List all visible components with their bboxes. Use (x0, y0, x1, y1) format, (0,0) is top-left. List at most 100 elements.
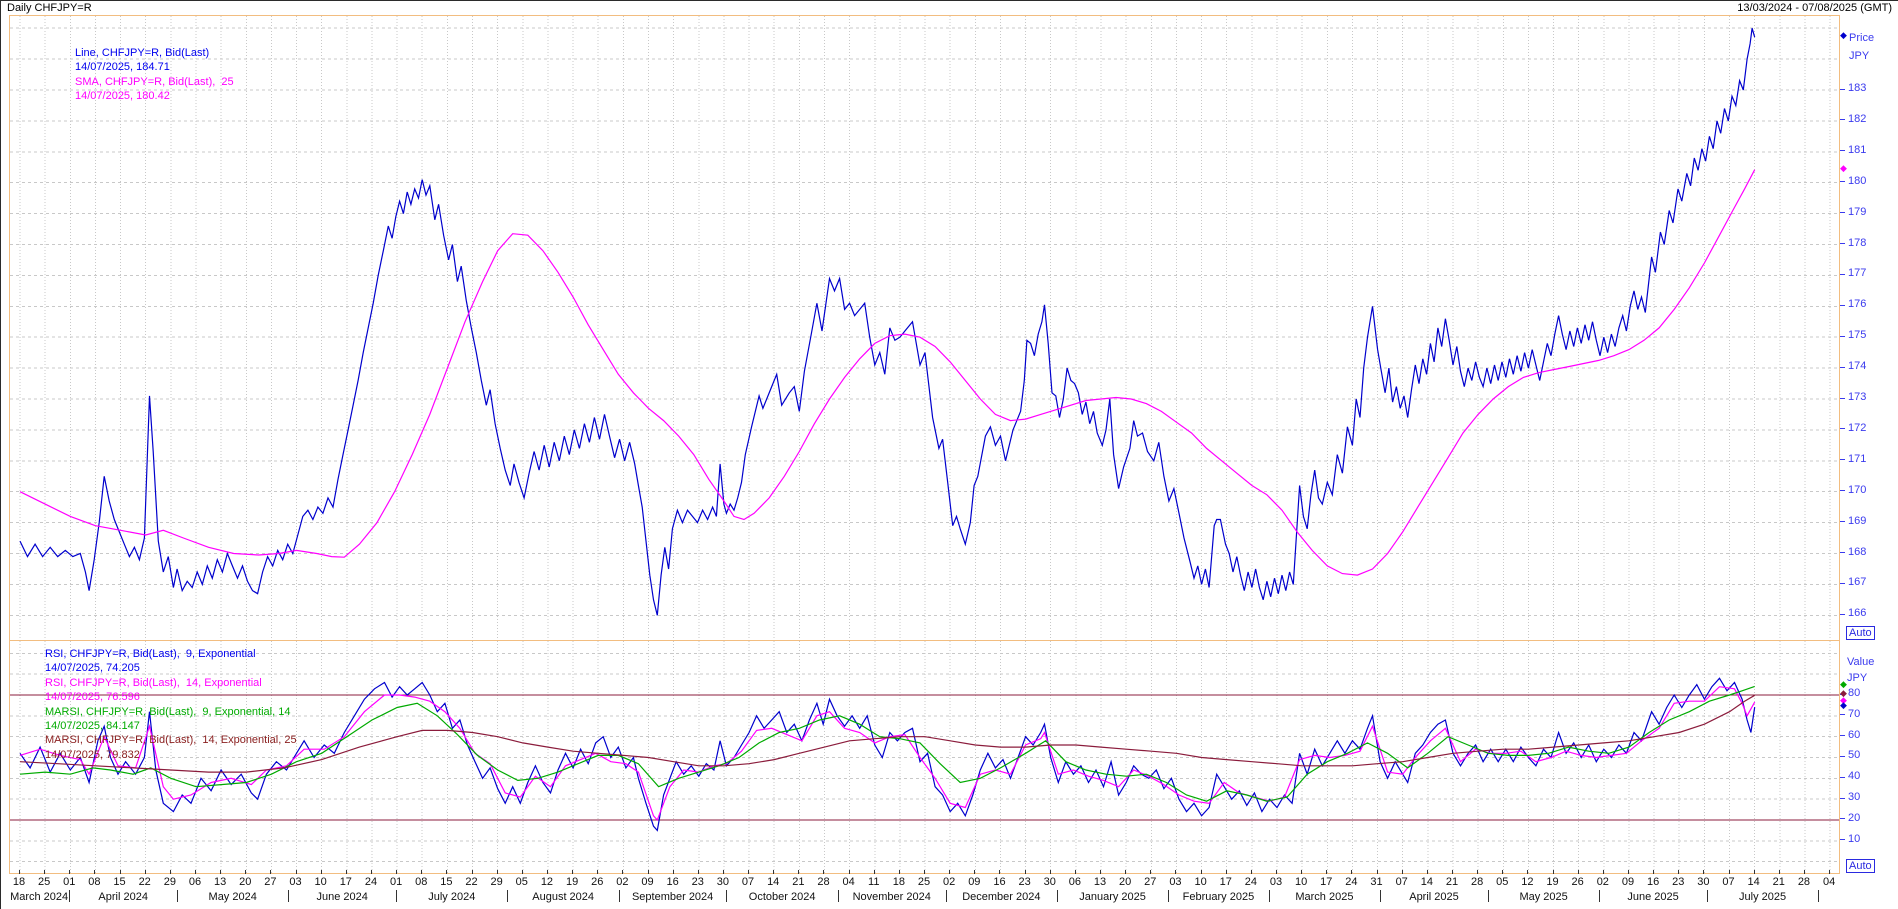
x-axis-week-tick (773, 870, 774, 874)
x-axis-month-label: February 2025 (1183, 891, 1255, 903)
price-axis-tick-label: 179 (1848, 206, 1866, 218)
x-axis-week-tick (220, 870, 221, 874)
price-axis-tick-label: 173 (1848, 391, 1866, 403)
x-axis-week-tick (698, 870, 699, 874)
x-axis-day-label: 06 (1069, 876, 1081, 888)
rsi-axis-title: Value (1847, 656, 1874, 668)
price-axis-tick-mark (1840, 89, 1845, 90)
x-axis-week-tick (1351, 870, 1352, 874)
price-axis-tick-label: 169 (1848, 515, 1866, 527)
x-axis-month-separator (288, 890, 289, 902)
x-axis-week-tick (547, 870, 548, 874)
x-axis-week-tick (69, 870, 70, 874)
x-axis-week-tick (999, 870, 1000, 874)
x-axis-day-label: 13 (214, 876, 226, 888)
x-axis-week-tick (1804, 870, 1805, 874)
x-axis-day-label: 17 (1220, 876, 1232, 888)
x-axis-month-label: March 2025 (1295, 891, 1353, 903)
price-auto-button[interactable]: Auto (1846, 626, 1875, 640)
series-sma-25 (20, 170, 1755, 575)
x-axis-day-label: 29 (164, 876, 176, 888)
legend-line: 14/07/2025, 184.71 (75, 60, 234, 74)
x-axis-day-label: 03 (1169, 876, 1181, 888)
x-axis-month-separator (69, 890, 70, 902)
x-axis-week-tick (1779, 870, 1780, 874)
x-axis-month-separator (1168, 890, 1169, 902)
rsi-axis-tick-label: 50 (1848, 749, 1860, 761)
price-axis-tick-mark (1840, 398, 1845, 399)
rsi-axis-tick-mark (1840, 777, 1845, 778)
x-axis-day-label: 24 (1245, 876, 1257, 888)
x-axis-day-label: 25 (918, 876, 930, 888)
legend-line: 14/07/2025, 84.147 (45, 719, 297, 733)
x-axis-week-tick (798, 870, 799, 874)
x-axis-day-label: 09 (641, 876, 653, 888)
x-axis-day-label: 27 (264, 876, 276, 888)
x-axis-day-label: 14 (1748, 876, 1760, 888)
last-value-marker: ◆ (1840, 31, 1847, 40)
price-axis-tick-mark (1840, 428, 1845, 429)
x-axis-day-label: 03 (289, 876, 301, 888)
x-axis-day-label: 30 (1044, 876, 1056, 888)
x-axis-day-label: 30 (717, 876, 729, 888)
x-axis-week-tick (1452, 870, 1453, 874)
price-axis-tick-label: 178 (1848, 237, 1866, 249)
rsi-axis-unit: JPY (1847, 672, 1867, 684)
x-axis-month-label: January 2025 (1079, 891, 1146, 903)
price-axis-tick-mark (1840, 583, 1845, 584)
legend-line: RSI, CHFJPY=R, Bid(Last), 14, Exponentia… (45, 676, 297, 690)
x-axis-week-tick (874, 870, 875, 874)
price-axis-tick-mark (1840, 181, 1845, 182)
x-axis-week-tick (1301, 870, 1302, 874)
rsi-axis-tick-label: 10 (1848, 833, 1860, 845)
rsi-axis-tick-mark (1840, 798, 1845, 799)
x-axis-day-label: 15 (113, 876, 125, 888)
x-axis-day-label: 02 (1597, 876, 1609, 888)
x-axis-day-label: 24 (365, 876, 377, 888)
x-axis-day-label: 01 (390, 876, 402, 888)
x-axis-day-label: 14 (1421, 876, 1433, 888)
price-axis-title: Price (1849, 32, 1874, 44)
price-axis-tick-label: 174 (1848, 360, 1866, 372)
x-axis-week-tick (396, 870, 397, 874)
x-axis-day-label: 23 (692, 876, 704, 888)
x-axis-day-label: 08 (415, 876, 427, 888)
price-axis-tick-label: 170 (1848, 484, 1866, 496)
rsi-axis-tick-label: 80 (1848, 687, 1860, 699)
x-axis-month-label: June 2024 (316, 891, 367, 903)
price-panel (9, 15, 1840, 641)
x-axis-month-label: July 2024 (428, 891, 475, 903)
rsi-axis-tick-label: 20 (1848, 812, 1860, 824)
x-axis-week-tick (421, 870, 422, 874)
x-axis-week-tick (1100, 870, 1101, 874)
x-axis-week-tick (1527, 870, 1528, 874)
x-axis-day-label: 16 (1647, 876, 1659, 888)
x-axis-week-tick (1729, 870, 1730, 874)
x-axis-day-label: 08 (88, 876, 100, 888)
rsi-axis-tick-mark (1840, 756, 1845, 757)
x-axis-month-label: June 2025 (1627, 891, 1678, 903)
x-axis-week-tick (1075, 870, 1076, 874)
x-axis-month-separator (1599, 890, 1600, 902)
x-axis-week-tick (823, 870, 824, 874)
rsi-auto-button[interactable]: Auto (1846, 859, 1875, 873)
x-axis-month-separator (1269, 890, 1270, 902)
x-axis-week-tick (1678, 870, 1679, 874)
x-axis-day-label: 09 (968, 876, 980, 888)
x-axis-week-tick (170, 870, 171, 874)
x-axis-day-label: 02 (616, 876, 628, 888)
rsi-legend: RSI, CHFJPY=R, Bid(Last), 9, Exponential… (45, 647, 297, 762)
x-axis-week-tick (145, 870, 146, 874)
legend-line: MARSI, CHFJPY=R, Bid(Last), 9, Exponenti… (45, 705, 297, 719)
legend-line: RSI, CHFJPY=R, Bid(Last), 9, Exponential (45, 647, 297, 661)
x-axis-week-tick (94, 870, 95, 874)
price-chart-canvas[interactable] (10, 16, 1839, 640)
x-axis-day-label: 01 (63, 876, 75, 888)
last-value-marker: ◆ (1840, 701, 1847, 710)
x-axis-week-tick (1377, 870, 1378, 874)
x-axis-week-tick (446, 870, 447, 874)
x-axis-week-tick (1326, 870, 1327, 874)
x-axis-day-label: 10 (315, 876, 327, 888)
x-axis-week-tick (974, 870, 975, 874)
chart-title: Daily CHFJPY=R (7, 2, 92, 14)
